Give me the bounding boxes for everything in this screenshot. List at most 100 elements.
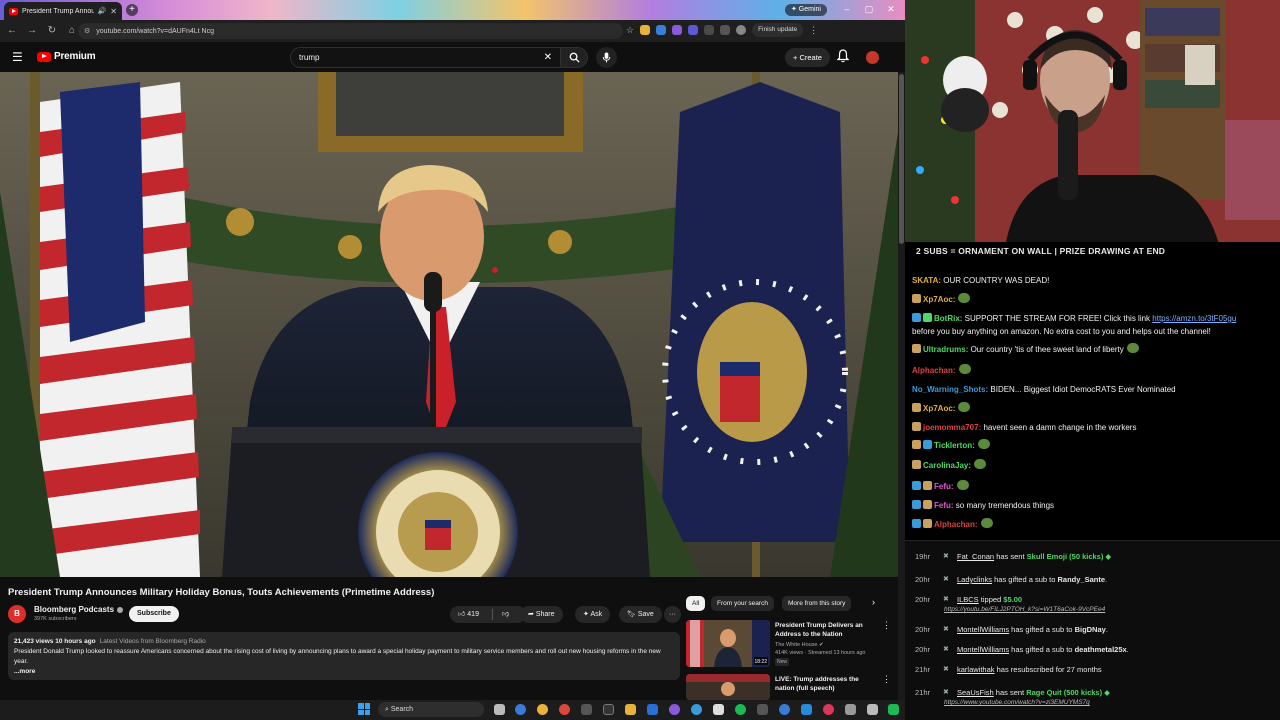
chevron-right-icon[interactable]: › bbox=[872, 597, 875, 607]
chat-username[interactable]: Ticklerton: bbox=[934, 441, 975, 450]
forward-icon[interactable]: → bbox=[24, 23, 40, 39]
finish-update-button[interactable]: Finish update bbox=[752, 23, 804, 37]
subscribe-button[interactable]: Subscribe bbox=[129, 606, 179, 622]
app-icon[interactable] bbox=[603, 704, 614, 715]
spotify-icon[interactable] bbox=[735, 704, 746, 715]
chat-username[interactable]: Fefu: bbox=[934, 501, 954, 510]
minimize-icon[interactable]: – bbox=[838, 2, 856, 16]
scrollbar-thumb[interactable] bbox=[899, 74, 904, 244]
page-scrollbar[interactable] bbox=[898, 72, 905, 700]
recommendation-thumbnail[interactable]: 18:22 bbox=[686, 620, 770, 667]
file-explorer-icon[interactable] bbox=[625, 704, 636, 715]
back-icon[interactable]: ← bbox=[4, 23, 20, 39]
create-button[interactable]: + Create bbox=[785, 48, 830, 67]
app-icon[interactable] bbox=[779, 704, 790, 715]
browser-menu-icon[interactable]: ⋮ bbox=[809, 25, 818, 36]
chat-username[interactable]: Fefu: bbox=[934, 482, 954, 491]
chat-username[interactable]: BotRix: bbox=[934, 314, 962, 323]
more-actions-button[interactable]: ··· bbox=[664, 606, 681, 623]
tab-youtube-video[interactable]: President Trump Announce 🔊 ✕ bbox=[4, 2, 122, 20]
extension-icon[interactable] bbox=[688, 25, 699, 35]
event-user[interactable]: MontellWilliams bbox=[957, 645, 1009, 654]
extension-icon[interactable] bbox=[672, 25, 683, 35]
extension-icon[interactable] bbox=[704, 25, 715, 35]
obs-icon[interactable] bbox=[713, 704, 724, 715]
hamburger-menu-icon[interactable]: ☰ bbox=[12, 50, 26, 64]
dislike-button[interactable]: 👎︎ bbox=[502, 606, 509, 623]
app-icon[interactable] bbox=[669, 704, 680, 715]
chat-username[interactable]: CarolinaJay: bbox=[923, 461, 971, 470]
event-user[interactable]: Fat_Conan bbox=[957, 552, 994, 561]
channel-avatar[interactable]: B bbox=[8, 605, 26, 623]
edge-icon[interactable] bbox=[515, 704, 526, 715]
account-avatar[interactable] bbox=[866, 51, 879, 64]
chip-from-your-search[interactable]: From your search bbox=[711, 596, 774, 611]
task-view-icon[interactable] bbox=[494, 704, 505, 715]
window-close-icon[interactable]: ✕ bbox=[882, 2, 900, 16]
gemini-button[interactable]: ✦ Gemini bbox=[785, 4, 827, 16]
chip-more-from-story[interactable]: More from this story bbox=[782, 596, 852, 611]
recommendation-item[interactable]: 18:22 President Trump Delivers an Addres… bbox=[686, 620, 896, 670]
app-icon[interactable] bbox=[691, 704, 702, 715]
youtube-premium-logo[interactable]: Premium bbox=[37, 51, 96, 62]
event-user[interactable]: MontellWilliams bbox=[957, 625, 1009, 634]
chip-all[interactable]: All bbox=[686, 596, 706, 611]
clear-search-icon[interactable]: ✕ bbox=[544, 52, 552, 63]
event-user[interactable]: karlawithak bbox=[957, 665, 995, 674]
app-icon[interactable] bbox=[888, 704, 899, 715]
windows-start-icon[interactable] bbox=[358, 703, 370, 715]
event-user[interactable]: SeaUsFish bbox=[957, 688, 994, 697]
event-user[interactable]: ILBCS bbox=[957, 595, 979, 604]
site-info-icon[interactable]: ⚙ bbox=[84, 27, 90, 35]
reload-icon[interactable]: ↻ bbox=[44, 23, 60, 39]
extension-icon[interactable] bbox=[656, 25, 667, 35]
app-icon[interactable] bbox=[801, 704, 812, 715]
chat-link[interactable]: https://amzn.to/3tF05gu bbox=[1152, 314, 1236, 323]
app-icon[interactable] bbox=[845, 704, 856, 715]
channel-name[interactable]: Bloomberg Podcasts bbox=[34, 605, 124, 614]
app-icon[interactable] bbox=[867, 704, 878, 715]
maximize-icon[interactable]: ▢ bbox=[860, 2, 878, 16]
app-icon[interactable] bbox=[823, 704, 834, 715]
more-options-icon[interactable]: ⋮ bbox=[882, 674, 891, 685]
extension-icon[interactable] bbox=[640, 25, 651, 35]
event-url[interactable]: https://www.youtube.com/watch?v=zi3EMUYM… bbox=[944, 697, 1090, 708]
chat-username[interactable]: Alphachan: bbox=[934, 520, 978, 529]
url-bar[interactable]: ⚙ youtube.com/watch?v=dAUFn4Lt Ncg bbox=[78, 23, 623, 39]
chat-username[interactable]: Xp7Aoc: bbox=[923, 295, 955, 304]
video-player[interactable] bbox=[0, 72, 898, 577]
show-more-link[interactable]: ...more bbox=[14, 667, 674, 677]
tab-close-icon[interactable]: ✕ bbox=[110, 7, 117, 16]
chat-username[interactable]: Alphachan: bbox=[912, 366, 956, 375]
taskbar-search[interactable]: ⌕ Search bbox=[378, 702, 484, 717]
event-url[interactable]: https://youtu.be/FILJ2PTOH_k?si=W1T6aCok… bbox=[944, 604, 1105, 615]
profile-avatar[interactable] bbox=[736, 25, 747, 35]
recommendation-item[interactable]: LIVE: Trump addresses the nation (full s… bbox=[686, 674, 896, 700]
chat-username[interactable]: Ultradrums: bbox=[923, 345, 968, 354]
app-icon[interactable] bbox=[581, 704, 592, 715]
save-button[interactable]: 🔖︎ Save bbox=[619, 606, 662, 623]
recommendation-thumbnail[interactable] bbox=[686, 674, 770, 700]
chat-username[interactable]: joemomma707: bbox=[923, 423, 981, 432]
new-tab-button[interactable]: + bbox=[126, 4, 138, 16]
chrome-icon[interactable] bbox=[537, 704, 548, 715]
ask-button[interactable]: ✦ Ask bbox=[575, 606, 611, 623]
app-icon[interactable] bbox=[647, 704, 658, 715]
speaker-icon[interactable]: 🔊 bbox=[98, 7, 107, 15]
puzzle-icon[interactable] bbox=[720, 25, 731, 35]
search-button[interactable] bbox=[560, 47, 588, 68]
notifications-bell-icon[interactable] bbox=[836, 49, 851, 65]
description-link[interactable]: Latest Videos from Bloomberg Radio bbox=[100, 638, 206, 645]
more-options-icon[interactable]: ⋮ bbox=[882, 620, 891, 631]
description-box[interactable]: 21,423 views 10 hours ago Latest Videos f… bbox=[8, 632, 680, 680]
app-icon[interactable] bbox=[757, 704, 768, 715]
event-user[interactable]: Ladyclinks bbox=[957, 575, 992, 584]
share-button[interactable]: ➦ Share bbox=[520, 606, 563, 623]
voice-search-button[interactable] bbox=[596, 47, 617, 68]
chat-username[interactable]: Xp7Aoc: bbox=[923, 404, 955, 413]
search-input[interactable]: trump ✕ bbox=[290, 47, 560, 68]
chat-username[interactable]: No_Warning_Shots: bbox=[912, 385, 988, 394]
app-icon[interactable] bbox=[559, 704, 570, 715]
bookmark-star-icon[interactable]: ☆ bbox=[626, 25, 634, 36]
like-button[interactable]: 👍︎ 419 bbox=[458, 606, 479, 623]
